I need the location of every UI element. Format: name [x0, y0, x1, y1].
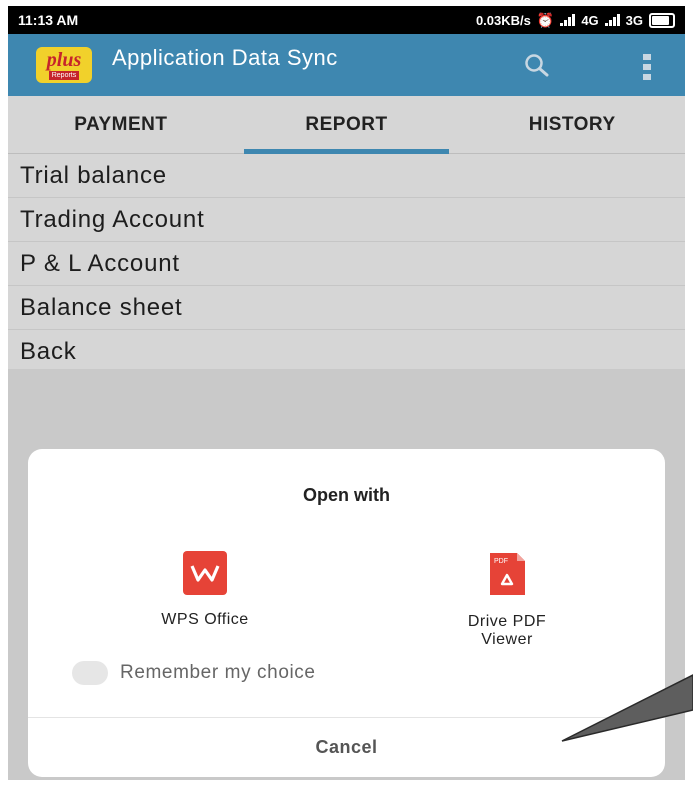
network-type-2: 3G	[625, 12, 643, 28]
signal-icon-2	[604, 14, 620, 26]
app-title: Application Data Sync	[112, 45, 338, 70]
status-time: 11:13 AM	[18, 12, 79, 28]
app-label-wps-office: WPS Office	[161, 611, 249, 628]
network-speed: 0.03KB/s	[475, 12, 531, 28]
app-bar: plus Reports Application Data Sync	[8, 34, 685, 96]
app-option-drive-pdf-viewer[interactable]: PDF Drive PDF Viewer	[407, 551, 607, 649]
report-list: Trial balance Trading Account P & L Acco…	[8, 154, 685, 374]
logo-text: plus	[46, 49, 82, 71]
report-item-trial-balance[interactable]: Trial balance	[8, 154, 685, 198]
report-item-back[interactable]: Back	[8, 330, 685, 374]
status-bar: 11:13 AM 0.03KB/s ⏰ 4G 3G	[8, 6, 685, 34]
report-item-balance-sheet[interactable]: Balance sheet	[8, 286, 685, 330]
dialog-title: Open with	[303, 485, 390, 505]
remember-choice-toggle[interactable]	[72, 661, 108, 685]
tab-bar: PAYMENT REPORT HISTORY	[8, 96, 685, 154]
wps-office-icon	[183, 551, 227, 595]
alarm-icon: ⏰	[536, 11, 555, 28]
battery-icon	[649, 12, 675, 28]
report-item-pl-account[interactable]: P & L Account	[8, 242, 685, 286]
search-icon[interactable]	[523, 52, 549, 78]
cancel-button[interactable]: Cancel	[28, 718, 665, 777]
open-with-dialog: Open with WPS Office PDF Drive PDF Viewe…	[28, 449, 665, 777]
tab-history[interactable]: HISTORY	[459, 96, 685, 153]
tab-report[interactable]: REPORT	[234, 96, 460, 154]
network-type-1: 4G	[581, 12, 599, 28]
remember-choice-label: Remember my choice	[120, 662, 316, 683]
signal-icon	[560, 14, 576, 26]
phone-screen: 11:13 AM 0.03KB/s ⏰ 4G 3G plus Reports A…	[8, 6, 685, 780]
pdf-badge: PDF	[494, 558, 508, 565]
app-logo: plus Reports	[36, 47, 92, 83]
tab-payment[interactable]: PAYMENT	[8, 96, 234, 153]
app-option-wps-office[interactable]: WPS Office	[105, 551, 305, 629]
drive-pdf-icon: PDF	[487, 551, 527, 597]
report-item-trading-account[interactable]: Trading Account	[8, 198, 685, 242]
app-label-drive-pdf-viewer: Drive PDF Viewer	[467, 613, 547, 648]
remember-choice[interactable]: Remember my choice	[72, 661, 316, 685]
logo-subtext: Reports	[48, 71, 80, 80]
overflow-menu-icon[interactable]	[642, 54, 652, 80]
status-indicators: 0.03KB/s ⏰ 4G 3G	[476, 12, 675, 29]
